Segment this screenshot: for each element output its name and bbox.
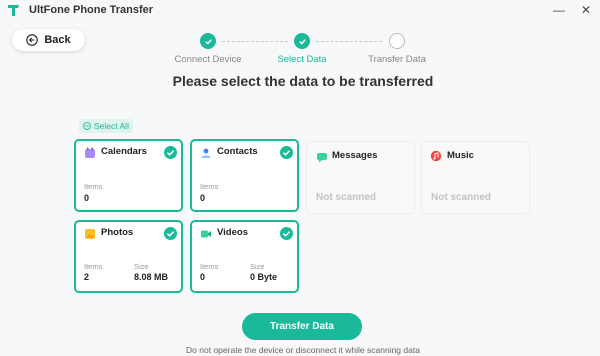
select-all-button[interactable]: Select All bbox=[79, 119, 133, 133]
items-count: 0 bbox=[200, 193, 206, 203]
size-label: Size bbox=[134, 262, 149, 271]
step-select-data-label: Select Data bbox=[277, 54, 327, 65]
step-connector bbox=[316, 41, 382, 42]
minus-circle-icon bbox=[83, 122, 91, 130]
items-count: 0 bbox=[200, 272, 206, 282]
data-card-messages[interactable]: Messages Not scanned bbox=[306, 141, 415, 214]
items-count: 2 bbox=[84, 272, 90, 282]
step-transfer-data-label: Transfer Data bbox=[368, 54, 426, 65]
not-scanned-status: Not scanned bbox=[316, 192, 377, 203]
data-card-music[interactable]: Music Not scanned bbox=[421, 141, 530, 214]
videos-icon bbox=[201, 230, 211, 238]
card-title: Videos bbox=[217, 227, 248, 238]
data-card-photos[interactable]: Photos Items 2 Size 8.08 MB bbox=[74, 220, 183, 293]
card-title: Contacts bbox=[217, 146, 258, 157]
step-select-data-indicator bbox=[294, 33, 310, 49]
calendar-icon bbox=[85, 147, 95, 158]
checked-icon[interactable] bbox=[280, 227, 293, 240]
check-icon bbox=[204, 38, 212, 45]
not-scanned-status: Not scanned bbox=[431, 192, 492, 203]
card-title: Photos bbox=[101, 227, 134, 238]
size-value: 0 Byte bbox=[250, 272, 278, 282]
items-label: Items bbox=[84, 182, 103, 191]
items-label: Items bbox=[84, 262, 103, 271]
step-transfer-data-indicator bbox=[389, 33, 405, 49]
items-label: Items bbox=[200, 182, 219, 191]
card-title: Music bbox=[447, 150, 474, 161]
data-card-calendars[interactable]: Calendars Items 0 bbox=[74, 139, 183, 212]
footer-warning: Do not operate the device or disconnect … bbox=[186, 345, 420, 355]
contacts-icon bbox=[201, 148, 211, 158]
transfer-data-button[interactable]: Transfer Data bbox=[242, 313, 362, 340]
music-icon bbox=[430, 150, 442, 162]
size-label: Size bbox=[250, 262, 265, 271]
data-card-contacts[interactable]: Contacts Items 0 bbox=[190, 139, 299, 212]
photos-icon bbox=[85, 229, 95, 239]
page-title: Please select the data to be transferred bbox=[172, 73, 434, 89]
checked-icon[interactable] bbox=[164, 146, 177, 159]
items-label: Items bbox=[200, 262, 219, 271]
checked-icon[interactable] bbox=[280, 146, 293, 159]
select-all-label: Select All bbox=[94, 121, 129, 131]
check-icon bbox=[298, 38, 306, 45]
card-title: Messages bbox=[332, 150, 378, 161]
step-connector bbox=[222, 41, 288, 42]
checked-icon[interactable] bbox=[164, 227, 177, 240]
items-count: 0 bbox=[84, 193, 90, 203]
step-connect-device-indicator bbox=[200, 33, 216, 49]
progress-stepper: Connect Device Select Data Transfer Data bbox=[0, 0, 600, 70]
messages-icon bbox=[317, 153, 327, 163]
step-connect-device-label: Connect Device bbox=[174, 54, 242, 65]
data-card-videos[interactable]: Videos Items 0 Size 0 Byte bbox=[190, 220, 299, 293]
size-value: 8.08 MB bbox=[134, 272, 169, 282]
card-title: Calendars bbox=[101, 146, 147, 157]
